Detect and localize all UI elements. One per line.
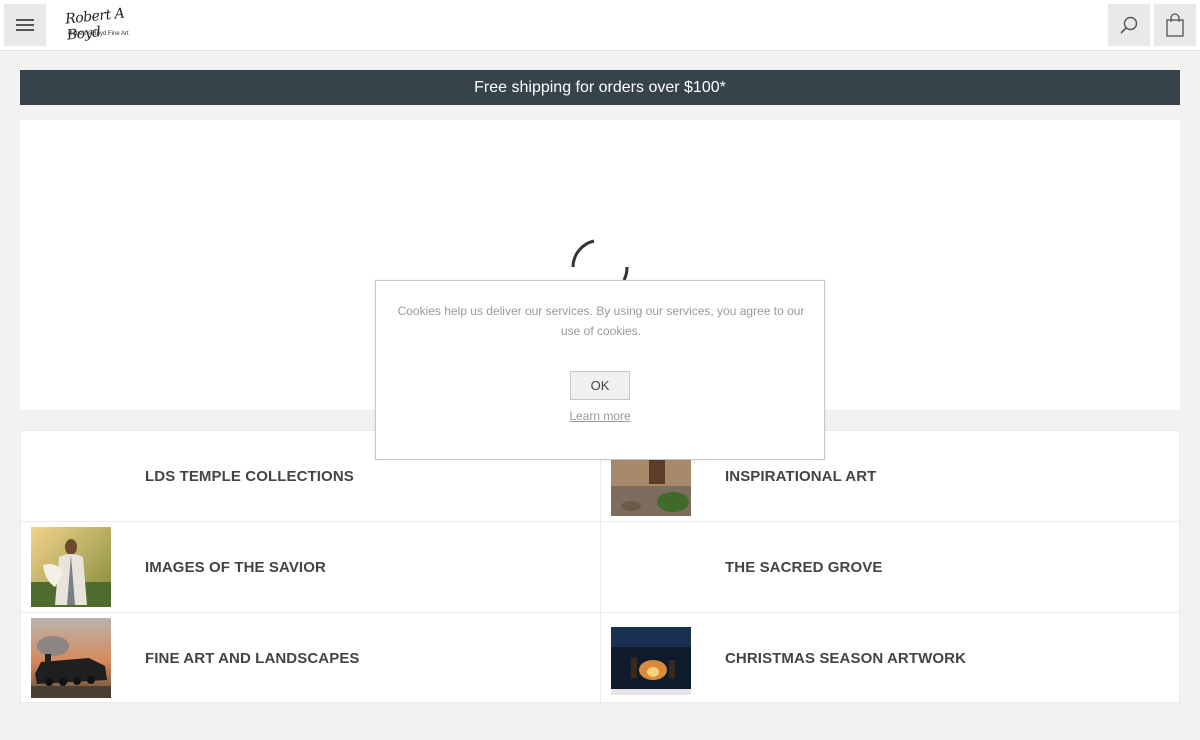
site-logo[interactable]: Robert A Boyd Robert A Boyd Fine Art — [64, 6, 136, 44]
menu-button[interactable] — [4, 4, 46, 46]
hamburger-icon — [16, 19, 34, 31]
cookie-learn-more-link[interactable]: Learn more — [376, 409, 824, 423]
shipping-banner: Free shipping for orders over $100* — [20, 70, 1180, 105]
search-button[interactable] — [1108, 4, 1150, 46]
site-header: Robert A Boyd Robert A Boyd Fine Art — [0, 0, 1200, 51]
category-images-of-the-savior[interactable]: IMAGES OF THE SAVIOR — [21, 522, 600, 613]
logo-signature: Robert A Boyd — [64, 5, 125, 44]
category-the-sacred-grove[interactable]: THE SACRED GROVE — [600, 522, 1179, 613]
category-title: IMAGES OF THE SAVIOR — [145, 559, 326, 576]
shipping-banner-text: Free shipping for orders over $100* — [474, 78, 726, 96]
category-fine-art-and-landscapes[interactable]: FINE ART AND LANDSCAPES — [21, 613, 600, 704]
category-image-christmas-season-artwork — [611, 627, 691, 695]
shopping-bag-icon — [1166, 13, 1184, 37]
cookie-consent-dialog: Cookies help us deliver our services. By… — [375, 280, 825, 460]
logo-subtitle: Robert A Boyd Fine Art — [68, 31, 129, 37]
cookie-message: Cookies help us deliver our services. By… — [397, 304, 805, 338]
category-title: CHRISTMAS SEASON ARTWORK — [725, 650, 967, 667]
category-title: FINE ART AND LANDSCAPES — [145, 650, 360, 667]
cookie-ok-button[interactable]: OK — [570, 371, 630, 400]
category-image-images-of-the-savior — [31, 527, 111, 607]
cart-button[interactable] — [1154, 4, 1196, 46]
category-image-fine-art-and-landscapes — [31, 618, 111, 698]
category-grid: LDS TEMPLE COLLECTIONS INSPIRATIONAL ART — [20, 430, 1180, 704]
category-title: THE SACRED GROVE — [725, 559, 883, 576]
category-christmas-season-artwork[interactable]: CHRISTMAS SEASON ARTWORK — [600, 613, 1179, 704]
category-title: LDS TEMPLE COLLECTIONS — [145, 468, 354, 485]
search-icon — [1120, 16, 1138, 34]
